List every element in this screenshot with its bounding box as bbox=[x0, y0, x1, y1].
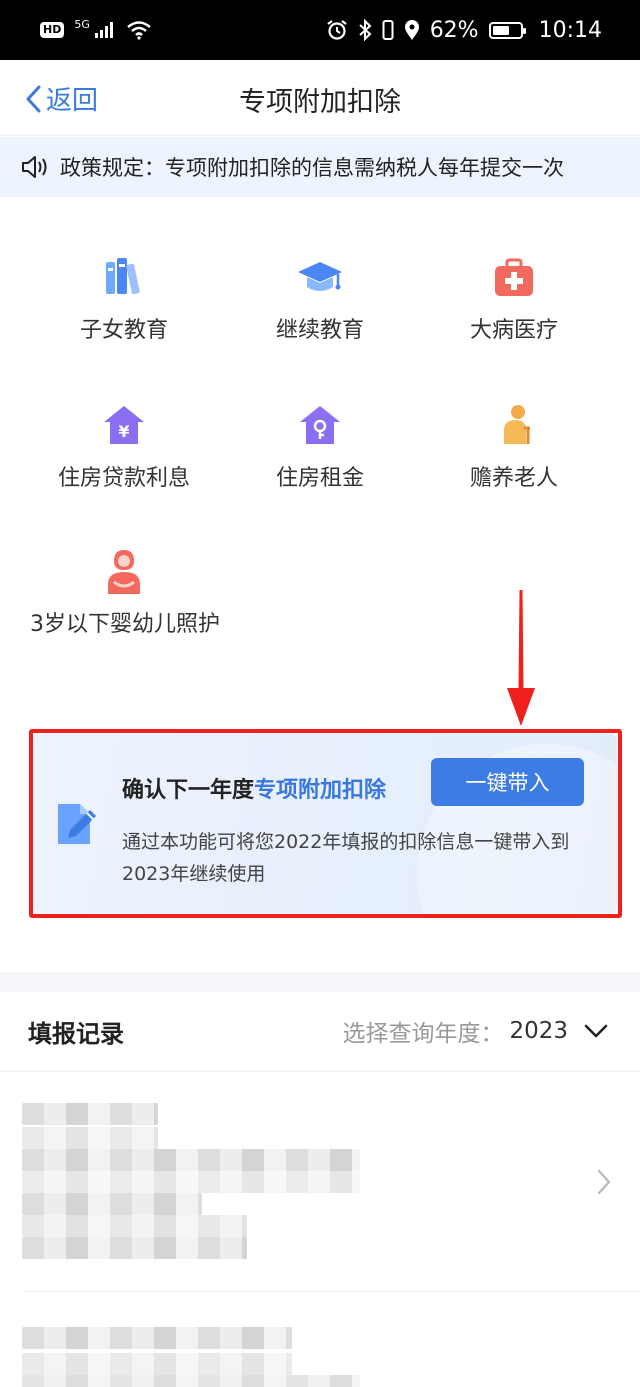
blurred-text bbox=[22, 1353, 292, 1375]
page-title: 专项附加扣除 bbox=[239, 87, 401, 118]
signal-icon bbox=[94, 22, 113, 38]
year-selector[interactable]: 选择查询年度： 2023 bbox=[342, 1014, 608, 1048]
record-item[interactable] bbox=[0, 1293, 640, 1387]
graduation-cap-icon bbox=[298, 262, 342, 291]
blurred-text bbox=[22, 1127, 158, 1149]
records-header: 填报记录 选择查询年度： 2023 bbox=[0, 992, 640, 1072]
status-bar: HD 5G 62% 10:14 bbox=[0, 0, 640, 60]
hd-badge: HD bbox=[40, 22, 65, 38]
records-title: 填报记录 bbox=[28, 1020, 124, 1048]
blurred-text bbox=[22, 1193, 202, 1215]
blurred-text bbox=[22, 1103, 158, 1125]
chevron-down-icon bbox=[584, 1024, 608, 1038]
category-children-education[interactable]: 子女教育 bbox=[24, 254, 224, 348]
blurred-text bbox=[22, 1171, 360, 1193]
category-serious-illness[interactable]: 大病医疗 bbox=[414, 254, 614, 348]
blurred-text bbox=[22, 1327, 292, 1349]
battery-percent: 62% bbox=[429, 17, 479, 43]
category-housing-loan-interest[interactable]: ¥ 住房贷款利息 bbox=[24, 402, 224, 496]
category-label: 继续教育 bbox=[275, 318, 364, 343]
battery-fill bbox=[492, 25, 509, 35]
svg-text:¥: ¥ bbox=[118, 422, 129, 441]
battery-icon bbox=[488, 21, 526, 39]
chevron-right-icon bbox=[597, 1169, 611, 1195]
year-label: 选择查询年度： bbox=[342, 1021, 504, 1047]
record-item[interactable] bbox=[0, 1073, 640, 1293]
mother-baby-icon bbox=[108, 550, 140, 594]
elderly-person-icon bbox=[504, 405, 530, 444]
location-icon bbox=[404, 20, 419, 40]
alarm-icon bbox=[327, 20, 347, 40]
blurred-text bbox=[22, 1237, 247, 1259]
house-key-icon bbox=[300, 406, 340, 444]
clock: 10:14 bbox=[538, 17, 602, 43]
section-divider bbox=[0, 972, 640, 992]
speaker-icon bbox=[22, 156, 47, 178]
record-divider bbox=[22, 1291, 640, 1292]
category-label: 赡养老人 bbox=[469, 466, 558, 491]
highlight-frame bbox=[29, 729, 622, 918]
bluetooth-icon bbox=[359, 19, 372, 41]
status-left: HD 5G bbox=[40, 17, 152, 40]
network-type: 5G bbox=[74, 17, 90, 31]
category-label: 3岁以下婴幼儿照护 bbox=[30, 612, 220, 637]
policy-notice: 政策规定：专项附加扣除的信息需纳税人每年提交一次 bbox=[0, 137, 640, 197]
notice-text: 政策规定：专项附加扣除的信息需纳税人每年提交一次 bbox=[60, 156, 564, 180]
category-elderly-support[interactable]: 赡养老人 bbox=[414, 402, 614, 496]
wifi-icon bbox=[127, 21, 151, 40]
category-label: 大病医疗 bbox=[469, 318, 558, 343]
blurred-text bbox=[22, 1149, 360, 1171]
medical-kit-icon bbox=[495, 258, 533, 296]
year-value: 2023 bbox=[509, 1018, 568, 1044]
arrow-down-icon bbox=[507, 590, 535, 726]
house-yuan-icon: ¥ bbox=[104, 406, 144, 444]
nav-bar: 返回 专项附加扣除 bbox=[0, 60, 640, 136]
blurred-text bbox=[22, 1375, 360, 1387]
category-housing-rent[interactable]: 住房租金 bbox=[220, 402, 420, 496]
category-label: 子女教育 bbox=[79, 318, 168, 343]
category-label: 住房贷款利息 bbox=[57, 466, 190, 491]
blurred-text bbox=[22, 1215, 247, 1237]
vibrate-icon bbox=[382, 20, 394, 40]
category-infant-care[interactable]: 3岁以下婴幼儿照护 bbox=[24, 548, 224, 642]
books-icon bbox=[106, 258, 140, 295]
status-right: 62% 10:14 bbox=[326, 18, 602, 43]
category-label: 住房租金 bbox=[275, 466, 364, 491]
category-continuing-education[interactable]: 继续教育 bbox=[220, 254, 420, 348]
